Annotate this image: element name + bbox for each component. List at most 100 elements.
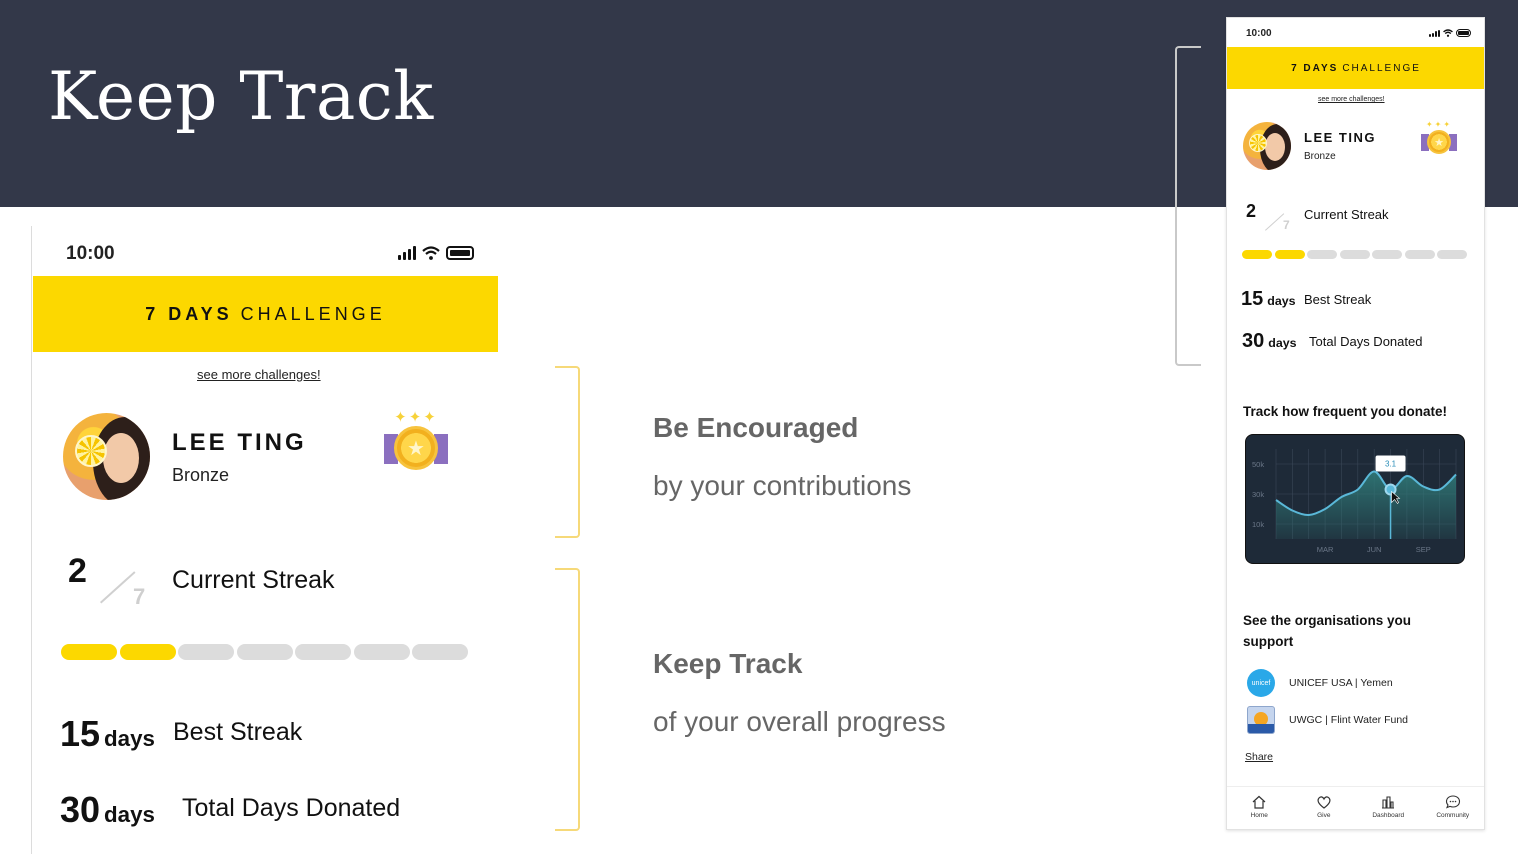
org-name-unicef: UNICEF USA | Yemen [1289,677,1393,689]
mini-total-donated-label: Total Days Donated [1309,334,1423,349]
home-icon [1252,795,1266,809]
bracket-encouraged [555,366,580,538]
mini-wifi-icon [1443,29,1453,37]
streak-day-6 [354,644,410,660]
chart-x-tick-label: SEP [1416,545,1431,554]
chat-icon [1445,795,1460,809]
mini-battery-icon [1456,29,1471,37]
mini-status-time: 10:00 [1246,28,1272,39]
mini-user-rank: Bronze [1304,151,1336,162]
org-row-uwgc[interactable]: UWGC | Flint Water Fund [1247,706,1408,734]
mini-total-donated-value: 30 days [1242,330,1297,352]
nav-home[interactable]: Home [1231,793,1287,819]
mini-see-more-link[interactable]: see more challenges! [1318,96,1385,103]
mini-streak-day-1 [1242,250,1272,259]
user-rank: Bronze [172,465,230,485]
nav-community[interactable]: Community [1425,793,1481,819]
streak-day-5 [295,644,351,660]
organisations-title: See the organisations you support [1243,613,1412,649]
streak-day-2 [120,644,176,660]
total-donated-label: Total Days Donated [182,794,401,822]
feature-subtitle-encouraged: by your contributions [653,470,912,501]
nav-home-label: Home [1250,812,1268,819]
bottom-nav: Home Give Dashboard Community [1227,786,1484,829]
mini-best-streak-unit: days [1267,294,1296,308]
current-streak-count: 2 [68,552,87,590]
mini-streak-day-2 [1275,250,1305,259]
mini-challenge-days: 7 DAYS [1291,62,1339,74]
unicef-logo-icon: unicef [1247,669,1275,697]
org-row-unicef[interactable]: unicef UNICEF USA | Yemen [1247,669,1393,697]
chart-tooltip-label: 3.1 [1385,460,1397,469]
challenge-word: CHALLENGE [240,303,386,324]
feature-title-keep-track: Keep Track [653,648,803,679]
mini-signal-icon [1429,30,1440,37]
mini-current-streak-label: Current Streak [1304,207,1389,222]
chart-y-tick-label: 10k [1252,520,1264,529]
nav-community-label: Community [1436,812,1470,819]
best-streak-label: Best Streak [173,718,303,746]
status-icons [398,246,474,260]
mini-user-name: LEE TING [1304,130,1376,145]
chart-area [1276,471,1456,539]
best-streak-unit: days [104,726,155,751]
feature-title-encouraged: Be Encouraged [653,412,859,443]
mini-streak-day-6 [1405,250,1435,259]
streak-day-4 [237,644,293,660]
challenge-days: 7 DAYS [145,303,233,324]
user-name: LEE TING [172,429,307,456]
nav-give-label: Give [1317,812,1331,819]
challenge-banner[interactable]: 7 DAYS CHALLENGE [33,276,498,352]
chart-x-tick-label: MAR [1317,545,1334,554]
signal-icon [398,246,416,260]
mini-best-streak-label: Best Streak [1304,292,1372,307]
mini-user-avatar[interactable] [1243,122,1291,170]
streak-day-7 [412,644,468,660]
org-name-uwgc: UWGC | Flint Water Fund [1289,714,1409,726]
total-donated-unit: days [104,802,155,827]
mini-streak-day-3 [1307,250,1337,259]
streak-day-1 [61,644,117,660]
chart-y-tick-label: 30k [1252,490,1264,499]
share-link[interactable]: Share [1245,751,1273,763]
chart-x-tick-label: JUN [1367,545,1382,554]
mini-best-streak-value: 15 days [1241,288,1296,310]
mini-challenge-word: CHALLENGE [1342,62,1421,74]
battery-icon [446,246,474,260]
nav-dashboard[interactable]: Dashboard [1360,793,1416,819]
bracket-keep-track [555,568,580,831]
streak-day-3 [178,644,234,660]
donation-frequency-chart[interactable]: 10k 30k 50k MAR JUN SEP 3.1 [1245,434,1465,564]
bracket-mini-highlight [1175,46,1201,366]
bronze-medal-icon: ✦✦✦ ★ [384,408,448,478]
phone-mockup-large: 10:00 7 DAYS CHALLENGE see more challeng… [31,226,498,854]
best-streak-value: 15 days [60,713,155,754]
mini-total-donated-unit: days [1268,336,1297,350]
total-donated-value: 30 days [60,789,155,830]
mini-current-streak-count: 2 [1246,201,1257,221]
mini-streak-day-5 [1372,250,1402,259]
mini-streak-day-4 [1340,250,1370,259]
chart-hover-point [1384,483,1397,496]
mini-challenge-banner[interactable]: 7 DAYS CHALLENGE [1227,47,1484,89]
chart-y-tick-label: 50k [1252,460,1264,469]
chart-canvas: 10k 30k 50k MAR JUN SEP 3.1 [1252,449,1457,554]
streak-divider [100,571,136,604]
wifi-icon [422,246,440,260]
mini-streak-goal: 7 [1283,218,1290,232]
slide-title: Keep Track [48,58,434,135]
heart-icon [1317,796,1331,809]
phone-mockup-full: 10:00 7 DAYS CHALLENGE see more challeng… [1226,17,1485,830]
streak-goal: 7 [133,584,146,609]
feature-subtitle-keep-track: of your overall progress [653,706,946,737]
uwgc-logo-icon [1247,706,1275,734]
current-streak-label: Current Streak [172,566,335,594]
mini-streak-day-7 [1437,250,1467,259]
user-avatar[interactable] [63,413,150,500]
chart-title: Track how frequent you donate! [1243,404,1448,419]
mini-bronze-medal-icon: ✦✦✦ ★ [1421,120,1457,158]
nav-dashboard-label: Dashboard [1372,812,1405,819]
dashboard-icon [1382,796,1395,809]
see-more-challenges-link[interactable]: see more challenges! [197,367,321,382]
nav-give[interactable]: Give [1296,793,1352,819]
